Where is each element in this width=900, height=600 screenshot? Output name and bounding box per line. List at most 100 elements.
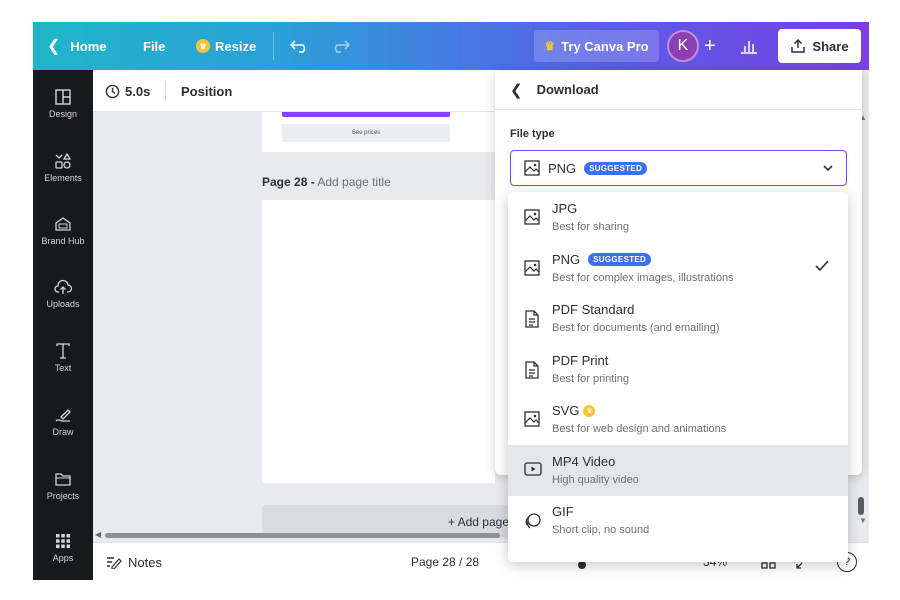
option-name: GIF (552, 504, 574, 519)
vertical-scrollbar-thumb[interactable] (858, 497, 864, 515)
image-icon (524, 160, 540, 176)
layout-icon (55, 89, 71, 105)
option-name: PDF Print (552, 353, 608, 368)
position-button[interactable]: Position (181, 70, 232, 112)
option-description: Best for web design and animations (552, 423, 727, 435)
redo-icon (334, 40, 350, 53)
shapes-icon (55, 152, 72, 169)
option-description: Short clip, no sound (552, 524, 650, 536)
sidebar-item-label: Brand Hub (41, 236, 85, 246)
image-icon (524, 259, 540, 281)
sidebar-item-apps[interactable]: Apps (33, 522, 93, 580)
page-title-placeholder: Add page title (317, 175, 391, 189)
file-type-option-jpg[interactable]: JPG Best for sharing (508, 192, 848, 243)
crown-icon: ♛ (544, 39, 556, 53)
back-icon[interactable]: ❮ (510, 81, 523, 99)
option-name-text: SVG (552, 403, 580, 418)
horizontal-scrollbar[interactable]: ◀ (93, 530, 508, 542)
option-name: JPG (552, 201, 577, 216)
sidebar-item-label: Text (54, 363, 72, 373)
option-name: PDF Standard (552, 302, 634, 317)
option-description: Best for documents (and emailing) (552, 322, 720, 334)
file-type-option-png[interactable]: PNG SUGGESTED Best for complex images, ill… (508, 243, 848, 294)
checkmark-icon (814, 259, 830, 278)
previous-page-preview[interactable]: See prices (262, 112, 495, 152)
page-indicator[interactable]: Page 28 / 28 (411, 543, 479, 581)
option-description: Best for printing (552, 372, 630, 385)
file-type-label: File type (510, 128, 555, 140)
document-icon (524, 310, 540, 333)
text-icon (56, 343, 70, 359)
document-icon (524, 360, 540, 384)
brand-hub-icon (55, 217, 71, 231)
see-prices-button: See prices (282, 124, 450, 142)
share-button[interactable]: Share (778, 29, 861, 63)
duration-label: 5.0s (125, 83, 151, 99)
scroll-down-icon[interactable]: ▼ (859, 516, 867, 525)
file-type-option-gif[interactable]: GIF Short clip, no sound (508, 495, 848, 546)
image-icon (524, 209, 540, 230)
home-button[interactable]: ❮ Home (47, 22, 107, 70)
sidebar-item-draw[interactable]: Draw (33, 396, 93, 454)
sidebar-item-text[interactable]: Text (33, 332, 93, 390)
divider (273, 32, 274, 60)
insights-button[interactable] (740, 22, 758, 70)
context-toolbar: 5.0s Position (93, 70, 495, 112)
option-name: SVG ♛ (552, 403, 596, 418)
add-collaborator-button[interactable]: + (704, 22, 716, 70)
redo-button[interactable] (330, 22, 350, 70)
design-page[interactable] (262, 200, 495, 483)
cloud-upload-icon (54, 279, 72, 294)
file-type-option-pdf-print[interactable]: PDF Print Best for printing (508, 344, 848, 395)
sidebar: Design Elements Brand Hub Uploads Text D… (33, 70, 93, 580)
home-label: Home (70, 38, 107, 54)
suggested-badge: SUGGESTED (588, 252, 652, 266)
clock-icon (105, 84, 120, 98)
sidebar-item-brand-hub[interactable]: Brand Hub (33, 205, 93, 263)
chevron-down-icon (823, 165, 833, 172)
download-panel-header: ❮ Download (495, 70, 862, 110)
zoom-slider-handle[interactable] (578, 561, 586, 569)
file-type-dropdown: JPG Best for sharing PNG SUGGESTED Best for … (508, 192, 848, 562)
scroll-left-icon[interactable]: ◀ (95, 530, 101, 539)
sidebar-item-label: Apps (52, 553, 74, 563)
try-canva-pro-button[interactable]: ♛ Try Canva Pro (534, 30, 659, 62)
sidebar-item-design[interactable]: Design (33, 78, 93, 136)
share-icon (791, 38, 806, 53)
duration-button[interactable]: 5.0s (105, 70, 150, 112)
sidebar-item-elements[interactable]: Elements (33, 142, 93, 200)
selected-file-type: PNG (548, 160, 577, 176)
file-type-option-pdf-standard[interactable]: PDF Standard Best for documents (and emai… (508, 293, 848, 344)
notes-button[interactable]: Notes (106, 543, 162, 581)
undo-button[interactable] (290, 22, 310, 70)
option-description: High quality video (552, 473, 639, 486)
scrollbar-thumb[interactable] (105, 533, 500, 538)
resize-button[interactable]: ♛ Resize (196, 22, 256, 70)
option-description: Best for sharing (552, 221, 630, 233)
file-type-option-svg[interactable]: SVG ♛ Best for web design and animations (508, 394, 848, 445)
folder-icon (55, 473, 71, 486)
sidebar-item-label: Draw (52, 427, 74, 437)
plus-icon: + (704, 34, 716, 57)
file-type-option-mp4-video[interactable]: MP4 Video High quality video (508, 444, 848, 496)
divider (165, 81, 166, 101)
sidebar-item-uploads[interactable]: Uploads (33, 268, 93, 326)
file-type-select[interactable]: PNG SUGGESTED (510, 150, 847, 186)
option-name-text: JPG (552, 201, 578, 216)
avatar[interactable]: K (667, 30, 699, 62)
notes-label: Notes (128, 554, 162, 570)
page-accent-bar (282, 112, 450, 117)
page-title[interactable]: Page 28 - Add page title (262, 175, 391, 189)
bar-chart-icon (741, 41, 757, 54)
crown-icon: ♛ (583, 404, 596, 417)
option-name-text: PNG (552, 251, 581, 267)
resize-label: Resize (215, 38, 257, 54)
undo-icon (290, 40, 306, 53)
page-number: Page 28 - (262, 175, 315, 189)
sidebar-item-projects[interactable]: Projects (33, 460, 93, 518)
image-icon (524, 411, 540, 432)
sidebar-item-label: Projects (46, 491, 80, 501)
canva-editor: ❮ Home File ♛ Resize ♛ Try Canva Pro K +… (0, 0, 900, 600)
sidebar-item-label: Elements (44, 173, 82, 183)
file-menu-button[interactable]: File (143, 22, 165, 70)
